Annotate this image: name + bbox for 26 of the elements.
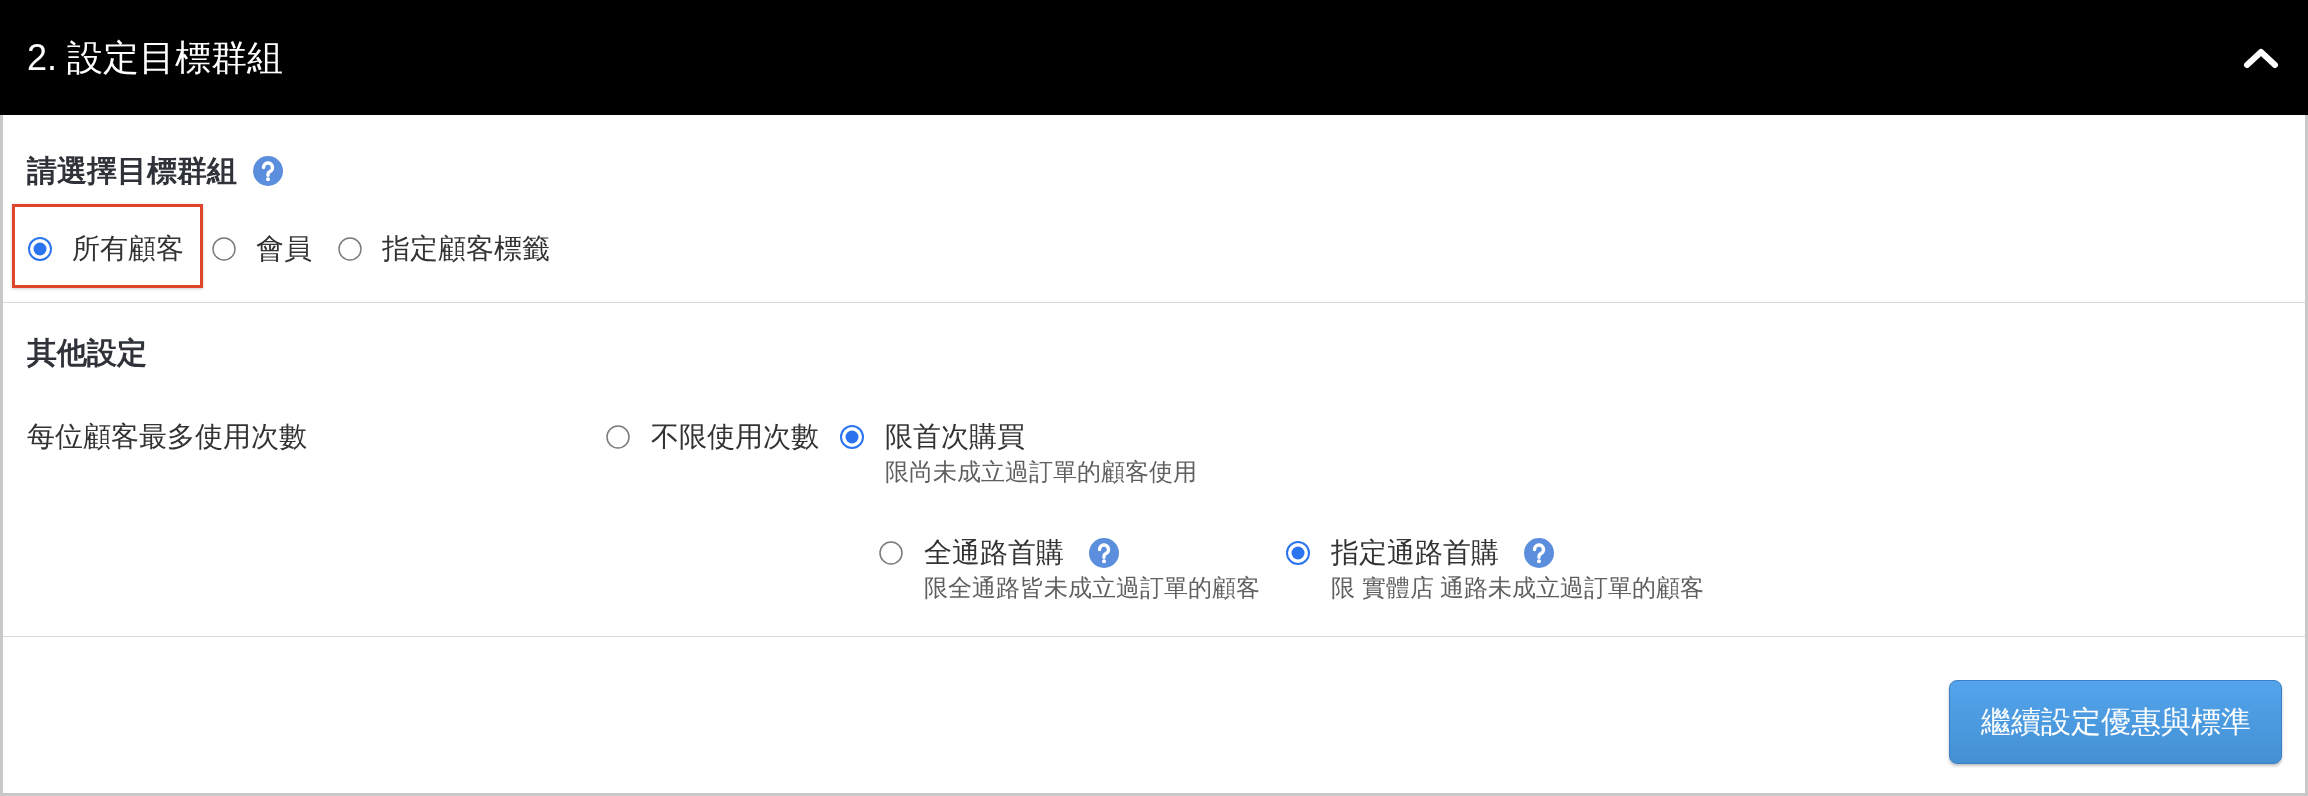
section-title: 2. 設定目標群組	[27, 35, 284, 80]
chevron-icon[interactable]	[2243, 46, 2279, 69]
option-label: 指定顧客標籤	[382, 232, 550, 266]
setting-label: 每位顧客最多使用次數	[27, 420, 307, 454]
continue-button[interactable]: 繼續設定優惠與標準	[1949, 680, 2282, 764]
radio-button[interactable]	[212, 237, 236, 261]
option-description: 限全通路皆未成立過訂單的顧客	[924, 573, 1260, 603]
help-icon[interactable]	[1089, 538, 1119, 568]
radio-button[interactable]	[840, 425, 864, 449]
help-icon[interactable]	[253, 156, 283, 186]
radio-button[interactable]	[606, 425, 630, 449]
option-label: 會員	[256, 232, 312, 266]
option-description: 限 實體店 通路未成立過訂單的顧客	[1331, 573, 1705, 603]
option-description: 限尚未成立過訂單的顧客使用	[885, 457, 1197, 487]
option-label: 所有顧客	[72, 232, 184, 266]
option-label: 不限使用次數	[651, 420, 819, 454]
radio-button[interactable]	[28, 237, 52, 261]
radio-button[interactable]	[1286, 541, 1310, 565]
section-heading: 請選擇目標群組	[27, 153, 237, 189]
radio-button[interactable]	[879, 541, 903, 565]
section-heading: 其他設定	[27, 335, 147, 371]
option-label: 限首次購買	[885, 420, 1025, 454]
help-icon[interactable]	[1524, 538, 1554, 568]
option-label: 全通路首購	[924, 536, 1064, 570]
option-label: 指定通路首購	[1331, 536, 1499, 570]
radio-button[interactable]	[338, 237, 362, 261]
